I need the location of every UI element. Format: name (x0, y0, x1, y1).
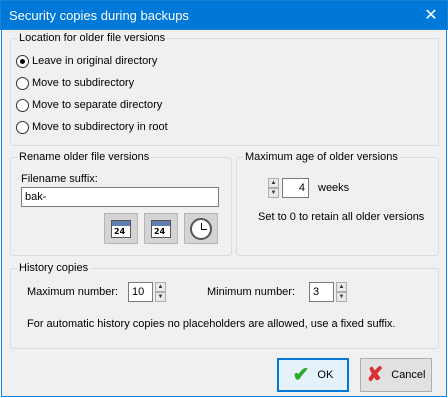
max-number-input[interactable]: 10 (128, 282, 153, 302)
cancel-label: Cancel (391, 369, 426, 381)
radio-label: Leave in original directory (32, 55, 158, 67)
location-group: Location for older file versions Leave i… (10, 31, 439, 146)
max-number-label: Maximum number: (27, 286, 119, 298)
radio-button[interactable] (16, 54, 29, 68)
weeks-spinner[interactable]: ▲ ▼ (268, 178, 279, 198)
cancel-x-icon: ✘ (366, 364, 384, 386)
calendar-24-bold-icon: 24 (151, 219, 171, 238)
min-number-input[interactable]: 3 (309, 282, 334, 302)
spin-up-icon[interactable]: ▲ (268, 178, 279, 188)
spin-down-icon[interactable]: ▼ (155, 292, 166, 302)
clock-icon (190, 217, 212, 240)
insert-date-alt-button[interactable]: 24 (144, 213, 178, 244)
cancel-button[interactable]: ✘ Cancel (360, 358, 432, 392)
checkmark-icon: ✔ (292, 364, 310, 386)
radio-label: Move to subdirectory (32, 77, 135, 89)
dialog-body: Location for older file versions Leave i… (1, 30, 447, 397)
insert-time-button[interactable] (184, 213, 218, 244)
age-group: Maximum age of older versions ▲ ▼ 4 week… (236, 150, 439, 256)
max-number-spinner[interactable]: ▲ ▼ (155, 282, 166, 302)
radio-button[interactable] (16, 98, 29, 112)
spin-up-icon[interactable]: ▲ (155, 282, 166, 292)
rename-group: Rename older file versions Filename suff… (10, 150, 232, 256)
radio-label: Move to separate directory (32, 99, 163, 111)
spin-down-icon[interactable]: ▼ (268, 188, 279, 198)
title-bar: Security copies during backups ✕ (0, 0, 448, 30)
radio-move-subdirectory-root[interactable]: Move to subdirectory in root (16, 119, 168, 135)
radio-move-subdirectory[interactable]: Move to subdirectory (16, 75, 134, 91)
calendar-24-icon: 24 (111, 219, 131, 238)
min-number-label: Minimum number: (207, 286, 296, 298)
ok-button[interactable]: ✔ OK (277, 358, 349, 392)
spin-up-icon[interactable]: ▲ (336, 282, 347, 292)
window-title: Security copies during backups (9, 8, 189, 23)
min-number-spinner[interactable]: ▲ ▼ (336, 282, 347, 302)
close-icon[interactable]: ✕ (416, 2, 446, 29)
age-group-label: Maximum age of older versions (243, 150, 400, 164)
history-group-label: History copies (17, 261, 91, 275)
weeks-unit-label: weeks (318, 182, 350, 194)
radio-leave-original[interactable]: Leave in original directory (16, 53, 157, 69)
rename-group-label: Rename older file versions (17, 150, 152, 164)
suffix-input[interactable]: bak- (21, 187, 219, 207)
radio-button[interactable] (16, 120, 29, 134)
location-group-label: Location for older file versions (17, 31, 168, 45)
history-note: For automatic history copies no placehol… (27, 318, 396, 330)
radio-move-separate-directory[interactable]: Move to separate directory (16, 97, 162, 113)
weeks-input[interactable]: 4 (282, 178, 309, 198)
ok-label: OK (317, 369, 334, 381)
suffix-label: Filename suffix: (21, 173, 98, 185)
spin-down-icon[interactable]: ▼ (336, 292, 347, 302)
age-hint: Set to 0 to retain all older versions (258, 211, 425, 223)
radio-button[interactable] (16, 76, 29, 90)
radio-label: Move to subdirectory in root (32, 121, 168, 133)
insert-date-button[interactable]: 24 (104, 213, 138, 244)
history-group: History copies Maximum number: 10 ▲ ▼ Mi… (10, 261, 439, 349)
